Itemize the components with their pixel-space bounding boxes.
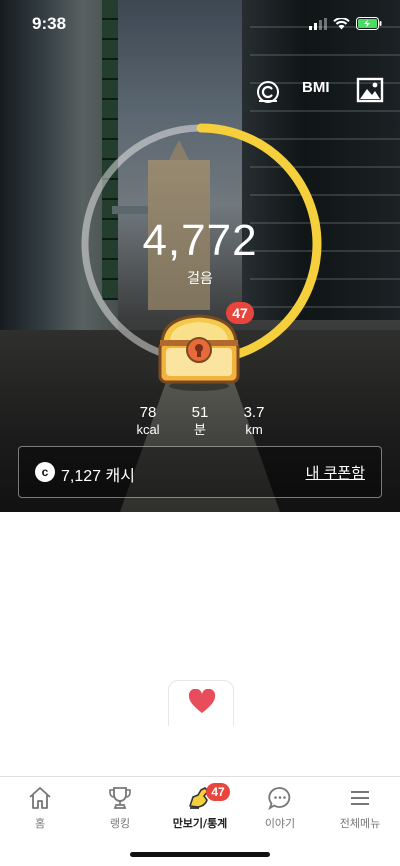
- tab-pedometer-stats[interactable]: 47 만보기/통계: [160, 783, 240, 831]
- battery-charging-icon: [356, 17, 382, 30]
- cash-coin-icon: c: [35, 462, 55, 482]
- minutes-unit: 분: [194, 422, 206, 437]
- tab-stories-label: 이야기: [264, 817, 296, 830]
- tab-full-menu[interactable]: 전체메뉴: [320, 785, 400, 831]
- my-coupons-link[interactable]: 내 쿠폰함: [306, 462, 365, 483]
- top-actions: BMI: [0, 74, 400, 108]
- tab-ranking-label: 랭킹: [109, 817, 131, 830]
- status-bar: 9:38: [0, 0, 400, 46]
- calories-value: 78: [139, 404, 157, 421]
- heart-icon[interactable]: [188, 689, 216, 715]
- wifi-icon: [333, 17, 350, 29]
- cash-amount: 7,127 캐시: [61, 468, 135, 485]
- bmi-button[interactable]: BMI: [302, 79, 330, 96]
- tab-ranking[interactable]: 랭킹: [80, 785, 160, 831]
- distance-value: 3.7: [243, 404, 265, 421]
- coin-c-icon[interactable]: [256, 80, 280, 104]
- tab-stories[interactable]: 이야기: [240, 785, 320, 831]
- tab-pedometer-stats-label: 만보기/통계: [172, 817, 228, 830]
- home-indicator: [130, 852, 270, 857]
- tab-notification-badge: 47: [206, 783, 230, 801]
- step-unit-label: 걸음: [187, 271, 213, 287]
- cash-balance-bar: c 7,127 캐시 내 쿠폰함: [18, 446, 382, 498]
- image-icon[interactable]: [356, 76, 384, 104]
- like-card[interactable]: [168, 680, 234, 726]
- cellular-signal-icon: [309, 17, 327, 30]
- trophy-icon: [109, 787, 131, 809]
- tab-home[interactable]: 홈: [0, 785, 80, 831]
- home-icon: [29, 787, 51, 809]
- status-time: 9:38: [32, 14, 67, 33]
- step-count: 4,772: [142, 216, 258, 265]
- hamburger-menu-icon: [351, 791, 369, 805]
- calories-stat: 78 kcal: [118, 404, 178, 438]
- minutes-stat: 51 분: [170, 404, 230, 438]
- tab-home-label: 홈: [34, 817, 46, 830]
- calories-unit: kcal: [136, 422, 160, 437]
- chest-count-badge: 47: [226, 302, 254, 324]
- distance-stat: 3.7 km: [224, 404, 284, 438]
- distance-unit: km: [245, 422, 263, 437]
- tab-full-menu-label: 전체메뉴: [339, 817, 381, 830]
- minutes-value: 51: [191, 404, 209, 421]
- chat-bubble-icon: [268, 787, 291, 811]
- status-icons: [309, 17, 382, 30]
